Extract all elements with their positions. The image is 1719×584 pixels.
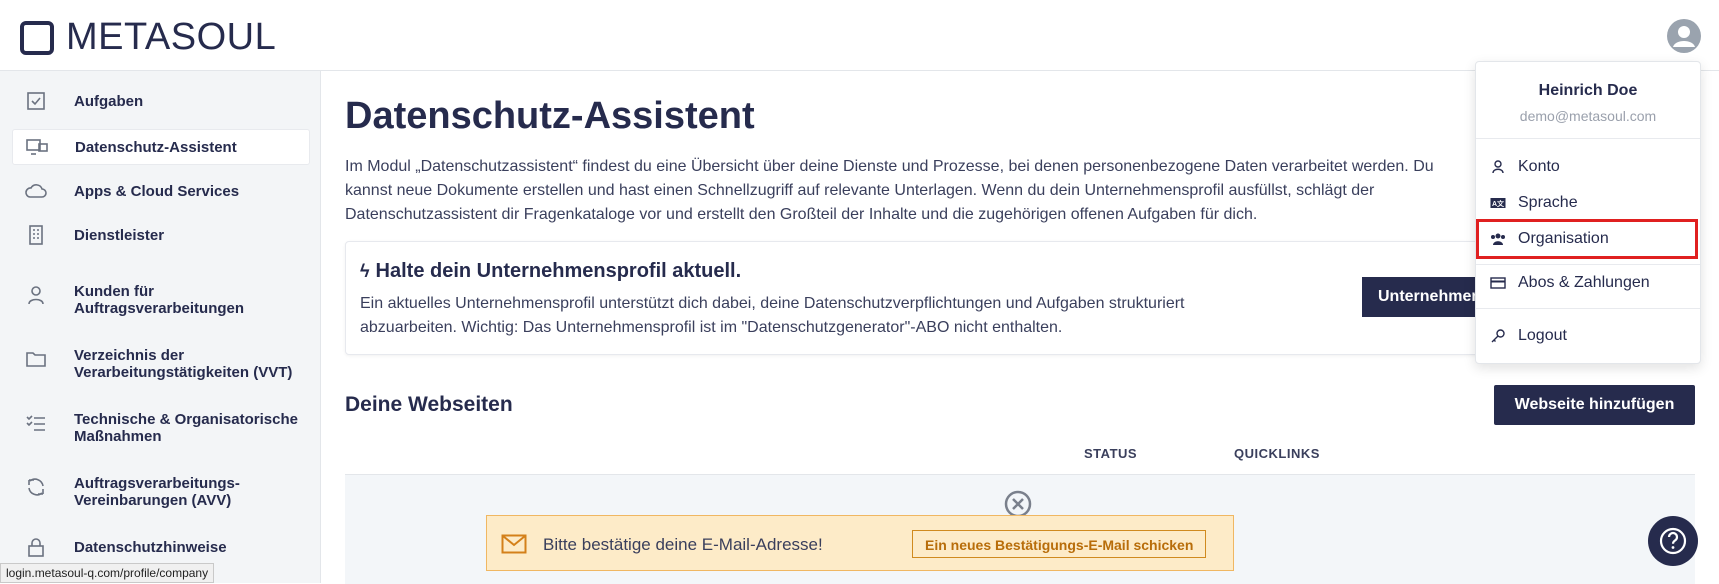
status-bar-url: login.metasoul-q.com/profile/company bbox=[0, 563, 215, 583]
sidebar-item-datenschutz-assistent[interactable]: Datenschutz-Assistent bbox=[12, 129, 310, 165]
websites-title: Deine Webseiten bbox=[345, 393, 513, 416]
credit-card-icon bbox=[1490, 277, 1506, 289]
column-header-status[interactable]: STATUS bbox=[1084, 446, 1137, 461]
sidebar-item-kunden[interactable]: Kunden für Auftragsverarbeitungen bbox=[12, 283, 308, 323]
user-dropdown-menu: Heinrich Doe demo@metasoul.com Konto A文 … bbox=[1475, 61, 1701, 364]
menu-item-label: Konto bbox=[1518, 158, 1560, 175]
mail-icon bbox=[501, 534, 527, 554]
add-website-button[interactable]: Webseite hinzufügen bbox=[1494, 385, 1695, 425]
bolt-icon: ϟ bbox=[360, 261, 370, 281]
sidebar-item-label: Aufgaben bbox=[74, 92, 144, 110]
users-icon bbox=[1491, 233, 1505, 245]
column-header-quicklinks[interactable]: QUICKLINKS bbox=[1234, 446, 1320, 461]
banner-message: Bitte bestätige deine E-Mail-Adresse! bbox=[543, 535, 823, 554]
sidebar-item-avv[interactable]: Auftragsverarbeitungs-Vereinbarungen (AV… bbox=[12, 475, 308, 515]
sidebar-item-dienstleister[interactable]: Dienstleister bbox=[12, 218, 308, 252]
language-icon: A文 bbox=[1490, 198, 1506, 208]
menu-item-sprache[interactable]: A文 Sprache bbox=[1476, 186, 1700, 220]
menu-item-konto[interactable]: Konto bbox=[1476, 150, 1700, 184]
sidebar-item-label: Technische & Organisatorische Maßnahmen bbox=[74, 411, 298, 445]
profile-card-text: Ein aktuelles Unternehmensprofil unterst… bbox=[360, 295, 1185, 336]
sidebar-item-label: Kunden für Auftragsverarbeitungen bbox=[74, 283, 245, 317]
menu-item-label: Organisation bbox=[1518, 230, 1609, 247]
sidebar-item-label: Apps & Cloud Services bbox=[74, 182, 240, 200]
menu-item-logout[interactable]: Logout bbox=[1476, 319, 1700, 353]
close-circle-icon bbox=[1004, 490, 1032, 518]
top-bar: METASOUL bbox=[0, 0, 1719, 71]
user-name: Heinrich Doe bbox=[1538, 82, 1638, 99]
sidebar-item-label: Datenschutz-Assistent bbox=[75, 138, 237, 156]
key-icon bbox=[1491, 329, 1505, 343]
checkbox-icon bbox=[27, 92, 45, 110]
menu-item-organisation[interactable]: Organisation bbox=[1476, 219, 1698, 259]
sidebar-item-tom[interactable]: Technische & Organisatorische Maßnahmen bbox=[12, 411, 308, 451]
sidebar-item-label: Verzeichnis der Verarbeitungstätigkeiten… bbox=[74, 347, 293, 381]
menu-item-label: Abos & Zahlungen bbox=[1518, 274, 1650, 291]
user-circle-icon[interactable] bbox=[1666, 18, 1702, 54]
building-icon bbox=[29, 225, 43, 245]
resend-confirmation-button[interactable]: Ein neues Bestätigungs-E-Mail schicken bbox=[912, 530, 1207, 558]
sidebar: Aufgaben Datenschutz-Assistent Apps & Cl… bbox=[0, 71, 321, 583]
user-icon bbox=[1492, 160, 1504, 174]
sidebar-item-label: Auftragsverarbeitungs-Vereinbarungen (AV… bbox=[74, 475, 240, 509]
profile-card-title-text: Halte dein Unternehmensprofil aktuell. bbox=[375, 260, 742, 282]
monitor-chat-icon bbox=[26, 139, 48, 155]
divider bbox=[1476, 138, 1700, 139]
logo[interactable]: METASOUL bbox=[20, 16, 276, 59]
folder-icon bbox=[26, 352, 46, 367]
refresh-icon bbox=[28, 478, 44, 496]
intro-text: Im Modul „Datenschutzassistent“ findest … bbox=[345, 158, 1434, 223]
sidebar-item-aufgaben[interactable]: Aufgaben bbox=[12, 84, 308, 118]
user-icon bbox=[28, 286, 44, 305]
menu-item-abos[interactable]: Abos & Zahlungen bbox=[1476, 266, 1700, 300]
help-button[interactable] bbox=[1648, 516, 1698, 566]
user-email: demo@metasoul.com bbox=[1519, 108, 1657, 124]
menu-item-label: Sprache bbox=[1518, 194, 1578, 211]
question-icon bbox=[1659, 527, 1687, 555]
email-confirmation-banner: Bitte bestätige deine E-Mail-Adresse! Ei… bbox=[486, 515, 1234, 571]
sidebar-item-label: Dienstleister bbox=[74, 226, 165, 244]
logo-mark-icon bbox=[20, 20, 54, 55]
sidebar-item-apps[interactable]: Apps & Cloud Services bbox=[12, 174, 308, 208]
lock-icon bbox=[28, 538, 44, 557]
sidebar-item-datenschutzhinweise[interactable]: Datenschutzhinweise bbox=[12, 530, 308, 564]
menu-item-label: Logout bbox=[1518, 327, 1567, 344]
profile-card-title: ϟ Halte dein Unternehmensprofil aktuell. bbox=[360, 260, 741, 283]
divider bbox=[1476, 308, 1700, 309]
checklist-icon bbox=[26, 415, 45, 431]
divider bbox=[1476, 264, 1700, 265]
svg-text:A文: A文 bbox=[1492, 199, 1505, 208]
sidebar-item-vvt[interactable]: Verzeichnis der Verarbeitungstätigkeiten… bbox=[12, 347, 308, 387]
page-title: Datenschutz-Assistent bbox=[345, 95, 755, 137]
logo-text: METASOUL bbox=[66, 16, 277, 58]
sidebar-item-label: Datenschutzhinweise bbox=[74, 538, 227, 556]
cloud-icon bbox=[25, 184, 47, 198]
